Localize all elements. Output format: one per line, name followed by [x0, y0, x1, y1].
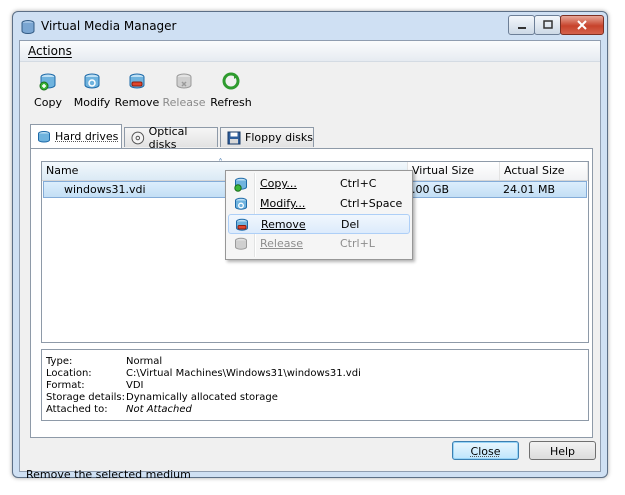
- detail-storage-label: Storage details:: [46, 392, 125, 403]
- detail-format-label: Format:: [46, 380, 85, 391]
- menu-bar: Actions: [20, 41, 600, 62]
- close-button-label: Close: [470, 445, 501, 458]
- toolbar-modify-button[interactable]: Modify: [72, 71, 112, 109]
- toolbar-remove-label: Remove: [114, 96, 160, 109]
- window-title: Virtual Media Manager: [41, 19, 177, 33]
- detail-attached-value: Not Attached: [126, 404, 192, 415]
- detail-attached-label: Attached to:: [46, 404, 108, 415]
- help-button-label: Help: [549, 445, 576, 458]
- close-icon: [577, 20, 587, 30]
- copy-disk-icon: [39, 73, 56, 91]
- copy-disk-icon: [234, 177, 247, 192]
- row-name: windows31.vdi: [64, 183, 146, 196]
- tab-optical-disks[interactable]: Optical disks: [124, 125, 218, 151]
- tab-floppy-disks[interactable]: Floppy disks: [220, 127, 314, 147]
- context-menu-remove[interactable]: Remove Del: [228, 214, 410, 234]
- toolbar-release-label: Release: [162, 96, 206, 109]
- maximize-button[interactable]: [534, 15, 561, 35]
- toolbar-copy-button[interactable]: Copy: [28, 71, 68, 109]
- context-menu: Copy... Ctrl+C Modify... Ctrl+Space Remo…: [225, 170, 413, 260]
- toolbar-refresh-button[interactable]: Refresh: [208, 71, 254, 109]
- detail-location-label: Location:: [46, 368, 92, 379]
- row-virtual-size: .00 GB: [412, 183, 450, 196]
- context-menu-modify-label: Modify...: [260, 197, 306, 210]
- app-disk-icon: [21, 20, 35, 35]
- status-text: Remove the selected medium: [26, 468, 191, 481]
- column-actual-size-label: Actual Size: [500, 162, 588, 180]
- minimize-icon: [517, 27, 526, 29]
- tab-optical-disks-label: Optical disks: [148, 124, 188, 151]
- maximize-icon: [542, 20, 553, 29]
- detail-location-value: C:\Virtual Machines\Windows31\windows31.…: [126, 368, 361, 379]
- column-header-actual-size[interactable]: Actual Size: [500, 162, 588, 181]
- context-menu-remove-label: Remove: [261, 218, 306, 231]
- toolbar-release-button[interactable]: Release: [161, 71, 207, 109]
- detail-type-value: Normal: [126, 356, 163, 367]
- release-disk-icon: [235, 237, 247, 250]
- row-actual-size: 24.01 MB: [503, 183, 556, 196]
- title-bar[interactable]: Virtual Media Manager: [13, 12, 607, 40]
- toolbar-refresh-label: Refresh: [210, 96, 252, 109]
- tab-hard-drives[interactable]: Hard drives: [30, 124, 122, 148]
- context-menu-remove-shortcut: Del: [341, 218, 360, 231]
- context-menu-copy-label: Copy...: [260, 177, 297, 190]
- tab-floppy-disks-label: Floppy disks: [245, 131, 313, 144]
- remove-disk-icon: [236, 218, 248, 231]
- toolbar-modify-label: Modify: [73, 96, 111, 109]
- release-disk-icon: [176, 73, 192, 89]
- remove-disk-icon: [129, 73, 145, 89]
- detail-storage-value: Dynamically allocated storage: [126, 392, 278, 403]
- context-menu-copy-shortcut: Ctrl+C: [340, 177, 377, 190]
- floppy-disk-icon: [227, 131, 241, 144]
- context-menu-copy[interactable]: Copy... Ctrl+C: [228, 174, 410, 194]
- help-button[interactable]: Help: [529, 441, 596, 460]
- close-window-button[interactable]: [560, 15, 604, 35]
- optical-disk-icon: [131, 131, 145, 144]
- column-virtual-size-label: Virtual Size: [408, 162, 500, 180]
- modify-disk-icon: [235, 197, 247, 210]
- column-header-virtual-size[interactable]: Virtual Size: [408, 162, 500, 181]
- context-menu-release[interactable]: Release Ctrl+L: [228, 234, 410, 254]
- refresh-icon: [222, 72, 240, 90]
- modify-disk-icon: [84, 73, 100, 89]
- context-menu-modify-shortcut: Ctrl+Space: [340, 197, 403, 210]
- detail-type-label: Type:: [46, 356, 73, 367]
- details-panel: Type: Normal Location: C:\Virtual Machin…: [41, 349, 589, 421]
- minimize-button[interactable]: [508, 15, 535, 35]
- menu-actions[interactable]: Actions: [28, 44, 72, 58]
- close-button[interactable]: Close: [452, 441, 519, 460]
- detail-format-value: VDI: [126, 380, 144, 391]
- status-bar: Remove the selected medium: [20, 465, 600, 485]
- tab-hard-drives-label: Hard drives: [55, 130, 119, 143]
- toolbar-remove-button[interactable]: Remove: [114, 71, 160, 109]
- hard-drive-icon: [38, 130, 50, 143]
- context-menu-release-label: Release: [260, 237, 303, 250]
- context-menu-release-shortcut: Ctrl+L: [340, 237, 375, 250]
- toolbar-copy-label: Copy: [34, 96, 62, 109]
- context-menu-modify[interactable]: Modify... Ctrl+Space: [228, 194, 410, 214]
- sort-ascending-icon: ˄: [218, 158, 223, 169]
